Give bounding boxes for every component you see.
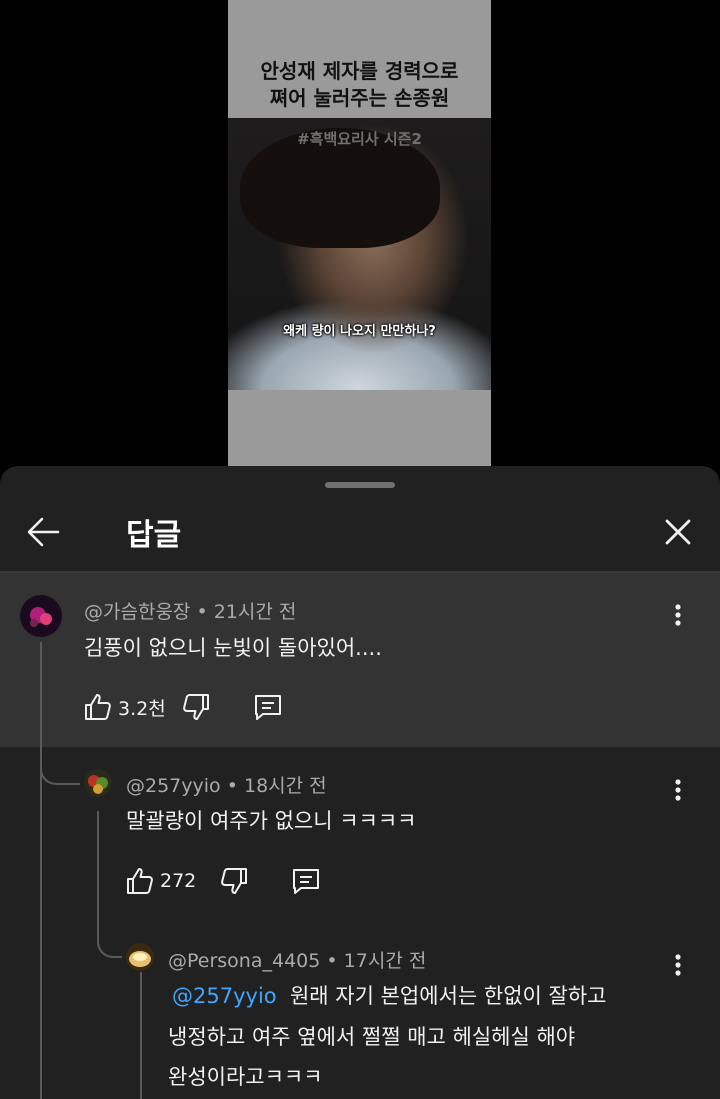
comment-author[interactable]: @Persona_4405 <box>168 950 320 972</box>
thumb-up-icon[interactable] <box>124 865 156 897</box>
sheet-title: 답글 <box>126 518 182 553</box>
comment-time: 17시간 전 <box>343 950 427 972</box>
more-options-button[interactable] <box>668 945 688 985</box>
video-title-line1: 안성재 제자를 경력으로 <box>260 59 459 83</box>
thread-line <box>140 972 142 1099</box>
more-vert-icon <box>675 954 681 976</box>
meta-separator: • <box>226 775 238 797</box>
comment-meta: @가슴한웅장 • 21시간 전 <box>84 597 296 624</box>
comment-text: 김풍이 없으니 눈빛이 돌아있어.... <box>84 636 382 660</box>
thumb-up-icon[interactable] <box>82 691 114 723</box>
video-title-overlay: 안성재 제자를 경력으로 쪄어 눌러주는 손종원 <box>228 58 491 112</box>
drag-handle[interactable] <box>325 482 395 488</box>
reply-icon[interactable] <box>252 691 284 723</box>
comment-time: 21시간 전 <box>213 601 297 623</box>
meta-separator: • <box>326 950 338 972</box>
thumb-down-icon[interactable] <box>180 691 212 723</box>
comment-text-line: 완성이라고ㅋㅋㅋ <box>168 1065 323 1089</box>
thumb-down-icon[interactable] <box>218 865 250 897</box>
mention-link[interactable]: @257yyio <box>172 984 277 1008</box>
video-frame <box>228 118 491 390</box>
close-icon <box>665 519 691 545</box>
video-caption: 왜케 량이 나오지 만만하나? <box>283 324 436 339</box>
more-options-button[interactable] <box>668 595 688 635</box>
video-hashtag: #흑백요리사 시즌2 <box>297 130 422 148</box>
reply-icon[interactable] <box>290 865 322 897</box>
thread-connector <box>40 706 80 785</box>
comment-text: 말괄량이 여주가 없으니 ㅋㅋㅋㅋ <box>126 809 417 833</box>
back-button[interactable] <box>22 510 66 554</box>
comment-actions: 3.2천 <box>82 687 284 727</box>
back-arrow-icon <box>27 517 60 547</box>
comment-author[interactable]: @257yyio <box>126 775 221 797</box>
more-vert-icon <box>675 604 681 626</box>
video-title-line2: 쪄어 눌러주는 손종원 <box>269 86 450 110</box>
like-count: 3.2천 <box>118 697 166 720</box>
comment-meta: @257yyio • 18시간 전 <box>126 771 327 798</box>
comment-actions: 272 <box>124 861 322 901</box>
avatar-image <box>84 769 112 797</box>
meta-separator: • <box>196 601 208 623</box>
more-options-button[interactable] <box>668 770 688 810</box>
avatar-image <box>20 595 62 637</box>
comment-text-line: 냉정하고 여주 옆에서 쩔쩔 매고 헤실헤실 해야 <box>168 1025 576 1049</box>
comment-time: 18시간 전 <box>243 775 327 797</box>
comment-meta: @Persona_4405 • 17시간 전 <box>168 946 426 973</box>
avatar-image <box>126 943 154 971</box>
avatar[interactable] <box>84 769 112 797</box>
like-count: 272 <box>160 870 197 892</box>
video-player[interactable]: 안성재 제자를 경력으로 쪄어 눌러주는 손종원 #흑백요리사 시즌2 왜케 량… <box>228 0 491 467</box>
avatar[interactable] <box>126 943 154 971</box>
thread-connector <box>97 876 122 958</box>
close-button[interactable] <box>656 510 700 554</box>
replies-sheet: 답글 @가슴한웅장 • 21시간 전 김풍이 없으니 눈빛이 돌아있어.... <box>0 466 720 1099</box>
comment-text: @257yyio 원래 자기 본업에서는 한없이 잘하고 <box>172 976 606 1016</box>
comment-text-line: 원래 자기 본업에서는 한없이 잘하고 <box>289 984 607 1008</box>
comment-author[interactable]: @가슴한웅장 <box>84 601 190 623</box>
avatar[interactable] <box>20 595 62 637</box>
thread-line <box>97 811 99 881</box>
more-vert-icon <box>675 779 681 801</box>
